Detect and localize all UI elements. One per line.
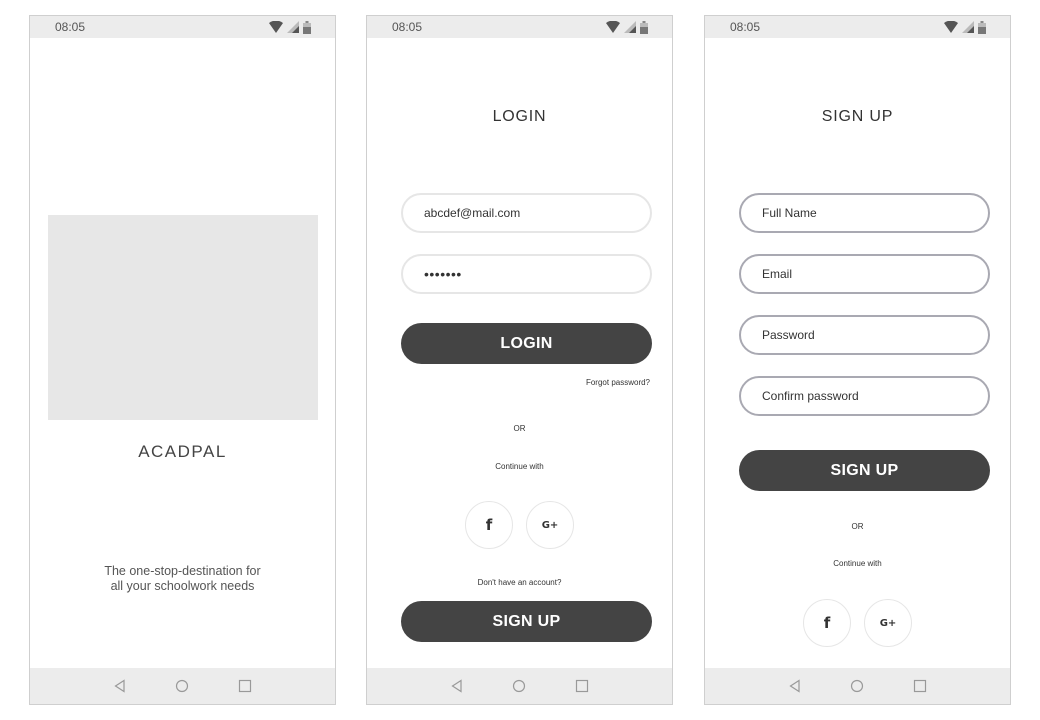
facebook-icon: f — [485, 516, 493, 534]
facebook-icon: f — [823, 614, 831, 632]
battery-icon — [640, 20, 648, 34]
full-name-field[interactable]: Full Name — [739, 193, 990, 233]
password-placeholder: Password — [762, 328, 815, 342]
recent-square-icon[interactable] — [913, 679, 927, 693]
recent-square-icon[interactable] — [575, 679, 589, 693]
email-field-value: abcdef@mail.com — [424, 206, 521, 220]
facebook-login-button[interactable]: f — [465, 501, 513, 549]
continue-with-label: Continue with — [833, 559, 882, 568]
signup-screen: 08:05 SIGN UP Full Name Email Password C… — [704, 15, 1011, 705]
splash-screen: 08:05 ACADPAL The one-stop-destination f… — [29, 15, 336, 705]
signal-icon — [962, 21, 974, 33]
battery-icon — [303, 20, 311, 34]
wifi-icon — [606, 21, 620, 33]
email-placeholder: Email — [762, 267, 793, 281]
tagline-line-2: all your schoolwork needs — [110, 579, 255, 593]
status-time: 08:05 — [55, 20, 86, 34]
app-name: ACADPAL — [138, 442, 227, 461]
continue-with-label: Continue with — [495, 462, 544, 471]
google-plus-login-button[interactable]: G+ — [864, 599, 912, 647]
battery-icon — [978, 20, 986, 34]
navigation-bar — [30, 668, 335, 704]
tagline-line-1: The one-stop-destination for — [104, 564, 261, 578]
navigation-bar — [705, 668, 1010, 704]
confirm-password-field[interactable]: Confirm password — [739, 376, 990, 416]
login-title: LOGIN — [492, 108, 547, 125]
navigation-bar — [367, 668, 672, 704]
google-plus-icon: G+ — [541, 519, 559, 531]
email-field[interactable]: Email — [739, 254, 990, 294]
signal-icon — [624, 21, 636, 33]
signup-button[interactable]: SIGN UP — [401, 601, 652, 642]
signup-title: SIGN UP — [821, 108, 894, 125]
wifi-icon — [269, 21, 283, 33]
facebook-login-button[interactable]: f — [803, 599, 851, 647]
google-plus-login-button[interactable]: G+ — [526, 501, 574, 549]
signup-button[interactable]: SIGN UP — [739, 450, 990, 491]
login-screen: 08:05 LOGIN abcdef@mail.com ••••••• LOGI… — [366, 15, 673, 705]
signal-icon — [287, 21, 299, 33]
home-circle-icon[interactable] — [850, 679, 864, 693]
app-tagline: The one-stop-destination for all your sc… — [30, 564, 335, 594]
status-bar: 08:05 — [367, 16, 672, 38]
full-name-placeholder: Full Name — [762, 206, 817, 220]
status-bar: 08:05 — [705, 16, 1010, 38]
forgot-password-link[interactable]: Forgot password? — [586, 378, 650, 387]
back-triangle-icon[interactable] — [450, 679, 464, 693]
confirm-password-placeholder: Confirm password — [762, 389, 859, 403]
or-divider: OR — [851, 522, 864, 531]
home-circle-icon[interactable] — [512, 679, 526, 693]
login-button[interactable]: LOGIN — [401, 323, 652, 364]
or-divider: OR — [513, 424, 526, 433]
email-field[interactable]: abcdef@mail.com — [401, 193, 652, 233]
status-time: 08:05 — [392, 20, 423, 34]
back-triangle-icon[interactable] — [788, 679, 802, 693]
password-field-value: ••••••• — [424, 266, 462, 282]
password-field[interactable]: ••••••• — [401, 254, 652, 294]
password-field[interactable]: Password — [739, 315, 990, 355]
home-circle-icon[interactable] — [175, 679, 189, 693]
recent-square-icon[interactable] — [238, 679, 252, 693]
status-bar: 08:05 — [30, 16, 335, 38]
google-plus-icon: G+ — [879, 617, 897, 629]
no-account-label: Don't have an account? — [477, 578, 562, 587]
back-triangle-icon[interactable] — [113, 679, 127, 693]
app-logo-placeholder — [48, 215, 318, 420]
status-time: 08:05 — [730, 20, 761, 34]
wifi-icon — [944, 21, 958, 33]
